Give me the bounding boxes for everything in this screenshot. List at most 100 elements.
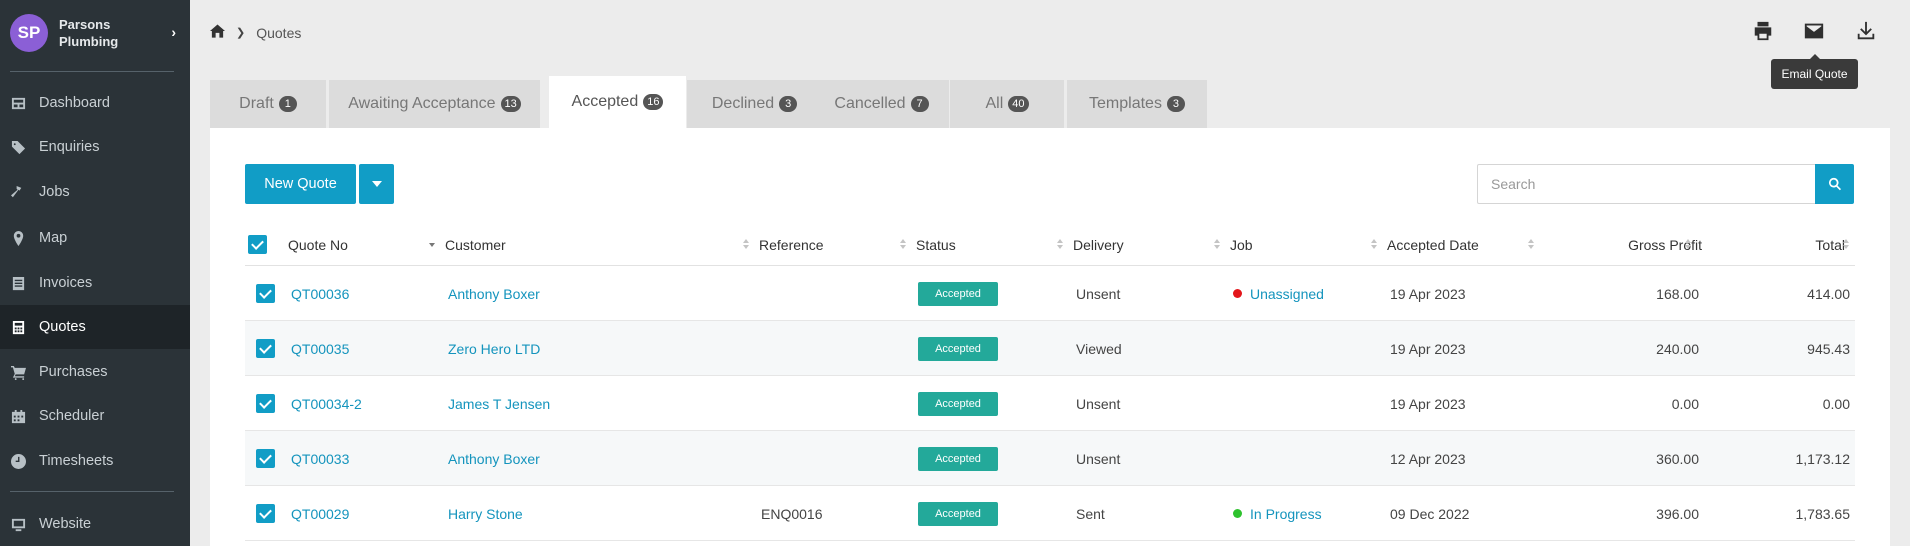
tab-draft[interactable]: Draft 1 — [210, 80, 326, 128]
accepted-date-cell: 19 Apr 2023 — [1390, 285, 1466, 302]
customer-link[interactable]: James T Jensen — [448, 376, 550, 431]
quote-number-link[interactable]: QT00035 — [291, 321, 349, 376]
download-icon — [1857, 21, 1875, 40]
email-quote-button[interactable] — [1801, 18, 1827, 44]
count-badge: 13 — [500, 96, 521, 112]
sidebar-item-enquiries[interactable]: Enquiries — [0, 125, 190, 169]
tab-templates[interactable]: Templates 3 — [1067, 80, 1207, 128]
gross-profit-cell: 396.00 — [1656, 505, 1699, 522]
new-quote-dropdown-toggle[interactable] — [359, 164, 394, 204]
tab-label: Draft — [239, 95, 274, 112]
sort-icon[interactable] — [1843, 239, 1851, 251]
sidebar-item-label: Map — [39, 230, 68, 246]
column-header-quote-no[interactable]: Quote No — [288, 224, 348, 266]
job-link[interactable]: Unassigned — [1250, 286, 1324, 302]
reference-cell: ENQ0016 — [761, 505, 823, 522]
row-checkbox[interactable] — [256, 449, 275, 468]
total-cell: 0.00 — [1822, 395, 1850, 412]
accepted-date-cell: 09 Dec 2022 — [1390, 505, 1470, 522]
print-icon — [1754, 21, 1772, 41]
job-link[interactable]: In Progress — [1250, 506, 1322, 522]
job-cell[interactable]: Unassigned — [1233, 266, 1324, 321]
column-header-delivery[interactable]: Delivery — [1073, 224, 1124, 266]
total-cell: 1,783.65 — [1795, 505, 1851, 522]
column-header-total[interactable]: Total — [1705, 224, 1845, 266]
select-all-checkbox[interactable] — [248, 235, 267, 254]
quote-number-link[interactable]: QT00029 — [291, 486, 349, 541]
column-header-job[interactable]: Job — [1230, 224, 1253, 266]
tab-label: Declined — [711, 95, 775, 112]
sort-icon[interactable] — [743, 239, 751, 251]
calendar-icon — [10, 408, 26, 424]
tab-declined[interactable]: Declined 3 — [687, 80, 822, 128]
print-button[interactable] — [1750, 18, 1776, 44]
sidebar-divider — [10, 71, 174, 72]
row-checkbox[interactable] — [256, 504, 275, 523]
quote-number-link[interactable]: QT00036 — [291, 266, 349, 321]
sidebar-item-quotes[interactable]: Quotes — [0, 305, 190, 349]
sort-desc-icon[interactable] — [429, 239, 437, 251]
tab-awaiting-acceptance[interactable]: Awaiting Acceptance 13 — [329, 80, 540, 128]
quote-number-link[interactable]: QT00034-2 — [291, 376, 362, 431]
sidebar-item-label: Purchases — [39, 364, 108, 380]
sidebar-item-website[interactable]: Website — [0, 502, 190, 546]
count-badge: 1 — [278, 96, 297, 112]
customer-link[interactable]: Anthony Boxer — [448, 431, 540, 486]
sort-icon[interactable] — [1214, 239, 1222, 251]
job-cell[interactable]: In Progress — [1233, 486, 1322, 541]
sort-icon[interactable] — [1371, 239, 1379, 251]
customer-link[interactable]: Harry Stone — [448, 486, 523, 541]
invoice-icon — [10, 275, 26, 291]
column-header-gross-profit[interactable]: Gross Profit — [1545, 224, 1702, 266]
email-quote-tooltip: Email Quote — [1771, 54, 1858, 89]
sidebar-item-dashboard[interactable]: Dashboard — [0, 81, 190, 125]
chevron-right-icon[interactable]: › — [171, 24, 176, 40]
tab-accepted[interactable]: Accepted 16 — [549, 76, 686, 128]
sort-icon[interactable] — [1685, 239, 1693, 251]
sidebar-item-purchases[interactable]: Purchases — [0, 350, 190, 394]
sort-icon[interactable] — [1057, 239, 1065, 251]
sidebar-item-invoices[interactable]: Invoices — [0, 261, 190, 305]
download-button[interactable] — [1853, 18, 1879, 44]
table-row[interactable]: QT00034-2 James T Jensen Accepted Unsent… — [245, 376, 1855, 431]
table-row[interactable]: QT00033 Anthony Boxer Accepted Unsent 12… — [245, 431, 1855, 486]
column-header-status[interactable]: Status — [916, 224, 956, 266]
search-input[interactable] — [1477, 164, 1815, 204]
status-badge: Accepted — [918, 502, 998, 526]
gross-profit-cell: 168.00 — [1656, 285, 1699, 302]
new-quote-button[interactable]: New Quote — [245, 164, 356, 204]
sidebar-item-map[interactable]: Map — [0, 216, 190, 260]
sidebar-item-scheduler[interactable]: Scheduler — [0, 394, 190, 438]
table-row[interactable]: QT00035 Zero Hero LTD Accepted Viewed 19… — [245, 321, 1855, 376]
column-header-customer[interactable]: Customer — [445, 224, 506, 266]
search-button[interactable] — [1815, 164, 1854, 204]
tab-label: All — [985, 95, 1004, 112]
breadcrumb-current: Quotes — [256, 24, 302, 41]
table-row[interactable]: QT00036 Anthony Boxer Accepted Unsent Un… — [245, 266, 1855, 321]
quote-number-link[interactable]: QT00033 — [291, 431, 349, 486]
column-header-accepted-date[interactable]: Accepted Date — [1387, 224, 1479, 266]
sort-icon[interactable] — [900, 239, 908, 251]
sidebar-item-timesheets[interactable]: Timesheets — [0, 439, 190, 483]
avatar: SP — [10, 14, 48, 52]
customer-link[interactable]: Anthony Boxer — [448, 266, 540, 321]
column-header-reference[interactable]: Reference — [759, 224, 824, 266]
tags-icon — [10, 139, 26, 155]
home-icon[interactable] — [210, 24, 225, 41]
customer-link[interactable]: Zero Hero LTD — [448, 321, 540, 376]
count-badge: 40 — [1008, 96, 1029, 112]
sidebar: SP Parsons Plumbing › Dashboard Enquirie… — [0, 0, 190, 546]
tab-cancelled[interactable]: Cancelled 7 — [814, 80, 949, 128]
sidebar-item-label: Scheduler — [39, 408, 105, 424]
sort-icon[interactable] — [1528, 239, 1536, 251]
tab-all[interactable]: All 40 — [950, 80, 1064, 128]
table-row[interactable]: QT00029 Harry Stone ENQ0016 Accepted Sen… — [245, 486, 1855, 541]
gross-profit-cell: 360.00 — [1656, 450, 1699, 467]
brand-switcher[interactable]: SP Parsons Plumbing › — [10, 14, 180, 52]
row-checkbox[interactable] — [256, 394, 275, 413]
status-badge: Accepted — [918, 447, 998, 471]
row-checkbox[interactable] — [256, 284, 275, 303]
row-checkbox[interactable] — [256, 339, 275, 358]
sidebar-item-jobs[interactable]: Jobs — [0, 170, 190, 214]
delivery-cell: Sent — [1076, 505, 1105, 522]
